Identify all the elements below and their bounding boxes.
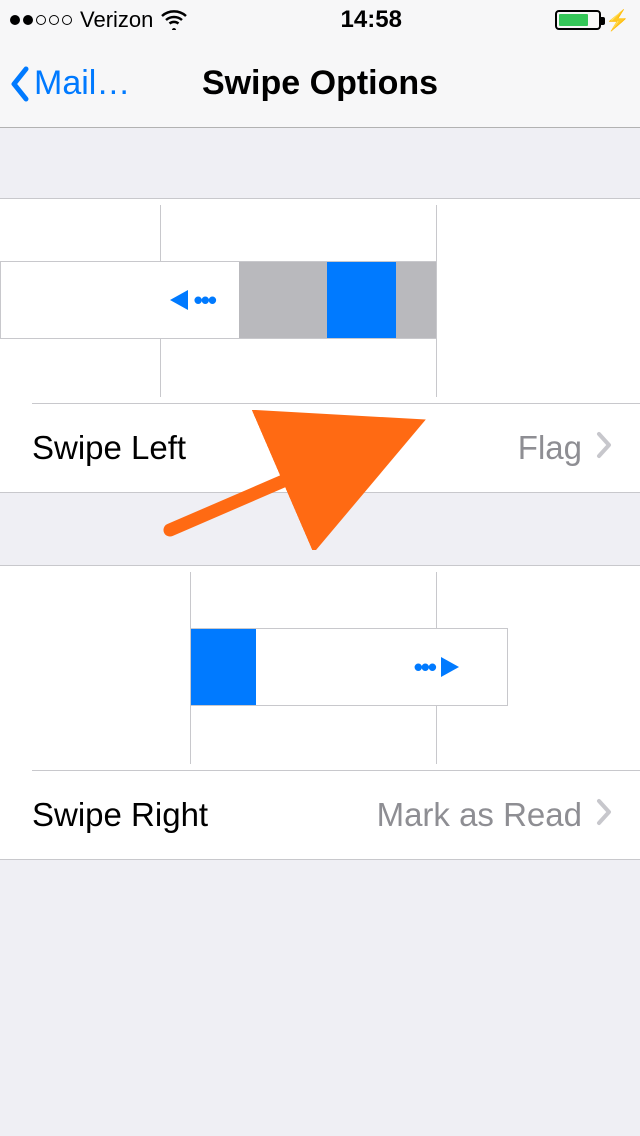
swipe-right-arrow-icon: ••• [414, 652, 459, 683]
carrier-label: Verizon [80, 7, 153, 33]
swipe-left-section: ••• Swipe Left Flag [0, 198, 640, 493]
chevron-right-icon [596, 796, 612, 834]
chevron-right-icon [596, 429, 612, 467]
swipe-right-label: Swipe Right [32, 796, 208, 834]
wifi-icon [161, 10, 187, 30]
status-left: Verizon [10, 7, 187, 33]
status-right: ⚡ [555, 8, 630, 33]
section-gap [0, 493, 640, 565]
back-label: Mail… [34, 64, 130, 103]
swipe-left-preview: ••• [32, 199, 640, 404]
swipe-left-label: Swipe Left [32, 429, 186, 467]
battery-icon [555, 10, 601, 30]
status-time: 14:58 [341, 6, 402, 34]
swipe-left-row[interactable]: Swipe Left Flag [0, 404, 640, 492]
chevron-left-icon [8, 65, 32, 103]
swipe-right-preview: ••• [32, 566, 640, 771]
charging-icon: ⚡ [605, 8, 630, 33]
signal-strength-icon [10, 15, 72, 25]
swipe-left-arrow-icon: ••• [170, 285, 215, 316]
swipe-right-section: ••• Swipe Right Mark as Read [0, 565, 640, 860]
back-button[interactable]: Mail… [0, 64, 130, 103]
swipe-left-value: Flag [518, 429, 582, 467]
swipe-right-value: Mark as Read [377, 796, 582, 834]
status-bar: Verizon 14:58 ⚡ [0, 0, 640, 40]
swipe-right-row[interactable]: Swipe Right Mark as Read [0, 771, 640, 859]
section-gap [0, 128, 640, 198]
nav-bar: Mail… Swipe Options [0, 40, 640, 128]
